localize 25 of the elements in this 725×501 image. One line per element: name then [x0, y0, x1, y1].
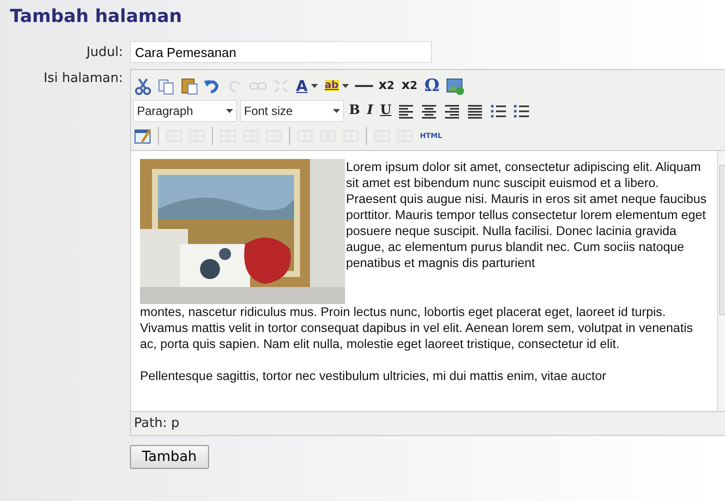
submit-button[interactable]: Tambah [130, 445, 209, 469]
cut-icon[interactable] [133, 76, 153, 96]
underline-button[interactable]: U [378, 100, 394, 120]
bold-button[interactable]: B [347, 100, 362, 120]
dropdown[interactable]: Paragraph [133, 100, 237, 122]
paragraph: montes, nascetur ridiculus mus. Proin lectus nunc, lobortis eget placerat eget, laoreet id turpis. Vivamus mattis velit in tortor consequat dapibus in vel elit. Aenean lorem sem, volutpat in venenatis ac, porta quis sapien. Nam elit nulla, molestie eget laoreet tristique, consectetur id elit. [140, 304, 694, 352]
dropdown[interactable]: Font size [240, 100, 344, 122]
field-label: Isi halaman: [42, 70, 123, 86]
field-label: Judul: [84, 44, 123, 60]
text-color-button[interactable]: A [294, 76, 320, 96]
paragraph: Lorem ipsum dolor sit amet, consectetur adipiscing elit. Aliquam sit amet est bibendum nunc suscipit euismod et a libero. Praesent quis augue nisi. Mauris in eros sit amet neque faucibus porttitor. Mauris tempor tellus consectetur lorem elementum eget posuere neque suscipit. Nulla facilisi. Donec lacinia gravida augue, ac elementum purus blandit nec. Cum sociis natoque penatibus et magnis dis parturient [346, 159, 708, 271]
caret-icon [310, 84, 318, 88]
omega-button[interactable]: Ω [422, 76, 442, 96]
image-icon[interactable] [444, 76, 465, 96]
paste-icon[interactable] [179, 76, 199, 96]
path-status: Path: p [131, 411, 725, 435]
page-heading: Tambah halaman [10, 6, 183, 27]
title-field[interactable]: Cara Pemesanan [130, 41, 432, 63]
italic-button[interactable]: I [365, 100, 376, 120]
caret-icon [333, 108, 340, 112]
paragraph: Pellentesque sagittis, tortor nec vestibulum ultricies, mi dui mattis enim, vitae auctor [140, 368, 608, 384]
scrollbar[interactable] [717, 151, 725, 411]
highlight-button[interactable]: ab [322, 76, 351, 96]
caret-icon [226, 108, 233, 112]
caret-icon [342, 84, 349, 88]
